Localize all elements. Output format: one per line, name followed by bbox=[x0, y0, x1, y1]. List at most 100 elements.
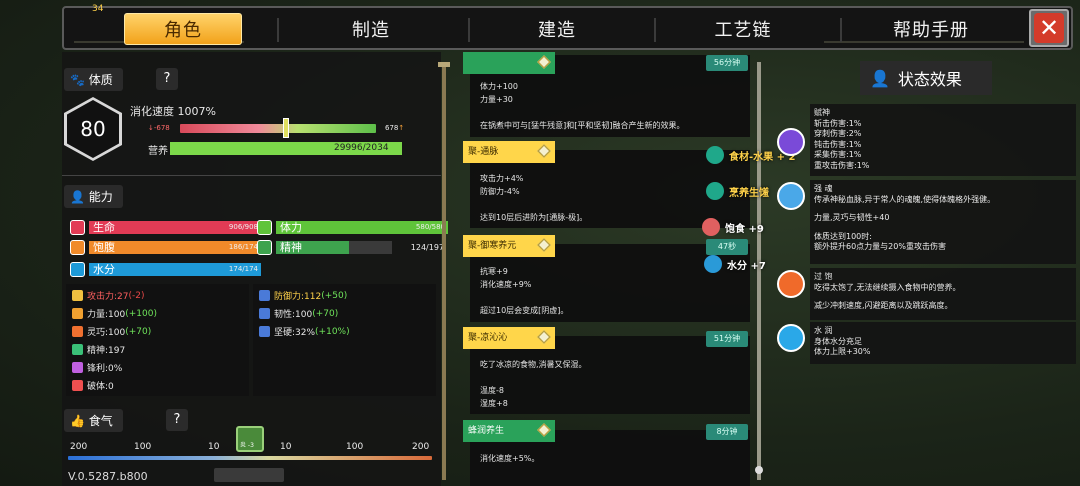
offense-stat-extra: (+100) bbox=[125, 308, 157, 319]
buff-desc: 消化速度+5%。 bbox=[480, 452, 539, 465]
ability-1: 体力 580/580 bbox=[257, 220, 448, 235]
ability-label: 饱腹 bbox=[93, 241, 115, 254]
defense-stat-extra: (+50) bbox=[321, 290, 348, 301]
tab-building[interactable]: 建造 bbox=[482, 13, 632, 45]
tab-help-manual[interactable]: 帮助手册 bbox=[856, 13, 1006, 45]
status-effect-line: 减少冲刺速度,闪避距离以及跳跃高度。 bbox=[814, 301, 953, 310]
buff-desc-line: 超过10层会变成[阴虚]。 bbox=[480, 306, 569, 315]
status-effect-line bbox=[814, 293, 961, 301]
status-effect-text: 强 魂传承神秘血脉,异于常人的魂魄,使得体魄格外强健。 力量,灵巧与韧性+40 体质… bbox=[814, 184, 995, 253]
gem-icon bbox=[537, 423, 551, 437]
offense-stat-label: 攻击力:27 bbox=[87, 292, 129, 302]
paw-icon: 🐾 bbox=[70, 73, 85, 87]
divider bbox=[62, 175, 441, 176]
constitution-title: 体质 bbox=[88, 73, 113, 87]
tab-separator bbox=[277, 18, 279, 42]
status-effect-text: 过 饱吃得太饱了,无法继续摄入食物中的营养。 减少冲刺速度,闪避距离以及跳跃高度。 bbox=[814, 272, 961, 312]
status-effect-line: 水 润 bbox=[814, 326, 833, 335]
buff-desc-line: 达到10层后进阶为[通脉-极]。 bbox=[480, 213, 588, 222]
buff-time: 56分钟 bbox=[706, 55, 748, 71]
status-effect-text: 水 润身体水分充足 体力上限+30% bbox=[814, 326, 870, 358]
constitution-header: 🐾 体质 bbox=[64, 68, 123, 91]
offense-stat: 锋利:0% bbox=[72, 361, 122, 374]
appetite-title: 食气 bbox=[88, 414, 113, 428]
scrollbar-thumb[interactable] bbox=[755, 466, 763, 474]
buff-desc-line: 体力+100 bbox=[480, 82, 518, 91]
meat-icon bbox=[70, 240, 85, 255]
ability-bar: 体力 580/580 bbox=[276, 221, 448, 234]
buff-desc-line bbox=[480, 291, 568, 304]
ability-value: 906/908 bbox=[228, 223, 258, 231]
ability-bar: 生命 906/908 bbox=[89, 221, 261, 234]
ability-bar: 饱腹 186/174 bbox=[89, 241, 261, 254]
range-min: ↓-678 bbox=[148, 124, 170, 132]
buff-desc-line: 防御力-4% bbox=[480, 187, 520, 196]
status-effect-line bbox=[814, 224, 995, 232]
buff-time: 47秒 bbox=[706, 239, 748, 255]
hardness-icon bbox=[259, 326, 270, 337]
tab-separator bbox=[468, 18, 470, 42]
full-belly-icon bbox=[777, 270, 805, 298]
offense-stat-label: 破体:0 bbox=[87, 382, 114, 392]
appetite-help-button[interactable]: ? bbox=[166, 409, 188, 431]
status-effects-header: 👤 状态效果 bbox=[860, 61, 992, 95]
buff-desc-line: 消化速度+5%。 bbox=[480, 454, 540, 463]
buff-card-header: 蜂润养生 bbox=[463, 420, 555, 442]
gem-icon bbox=[537, 55, 551, 69]
balance-marker bbox=[283, 118, 289, 138]
status-effect-line: 过 饱 bbox=[814, 272, 833, 281]
buff-desc: 体力+100 力量+30 在锅煮中可与[猛牛残意]和[平和坚韧]融合产生新的效果。 bbox=[480, 80, 684, 132]
ability-label: 精神 bbox=[280, 241, 302, 254]
ability-bar: 精神 124/197 bbox=[276, 241, 444, 254]
tab-separator bbox=[654, 18, 656, 42]
tab-craft-chain[interactable]: 工艺链 bbox=[668, 13, 818, 45]
floating-gain: 饱食 +9 bbox=[702, 218, 764, 236]
tab-crafting[interactable]: 制造 bbox=[296, 13, 446, 45]
appetite-marker: 炎 -3 bbox=[236, 426, 264, 452]
status-effect-line: 体力上限+30% bbox=[814, 347, 871, 356]
status-effects-title: 状态效果 bbox=[897, 70, 962, 89]
meat-icon bbox=[702, 218, 720, 236]
offense-stat: 力量:100 (+100) bbox=[72, 307, 157, 320]
status-effect-line: 强 魂 bbox=[814, 184, 833, 193]
tab-character[interactable]: 角色 bbox=[124, 13, 242, 45]
gem-icon bbox=[537, 330, 551, 344]
ability-label: 生命 bbox=[93, 221, 115, 234]
buff-desc-line: 攻击力+4% bbox=[480, 174, 524, 183]
buff-desc-line bbox=[480, 371, 587, 384]
balance-bar bbox=[180, 124, 376, 133]
appetite-scale-label: 100 bbox=[134, 442, 152, 452]
top-counter: 34 bbox=[92, 4, 104, 14]
floating-gain: 烹养生馐 bbox=[706, 182, 769, 200]
buff-desc-line bbox=[480, 106, 684, 119]
appetite-scale-label: 100 bbox=[346, 442, 364, 452]
defense-icon bbox=[259, 290, 270, 301]
buff-card-title: 聚-凉沁沁 bbox=[468, 333, 508, 343]
person-icon: 👤 bbox=[870, 68, 890, 88]
soul-orb-icon bbox=[777, 182, 805, 210]
brain-icon bbox=[257, 240, 272, 255]
strength-icon bbox=[72, 308, 83, 319]
appetite-tab[interactable] bbox=[214, 468, 284, 482]
spirit-icon bbox=[72, 344, 83, 355]
offense-stat-label: 精神:197 bbox=[87, 346, 126, 356]
buff-desc-line: 湿度+8 bbox=[480, 399, 508, 408]
ability-title: 能力 bbox=[88, 190, 113, 204]
floating-gain-label: 烹养生馐 bbox=[729, 187, 769, 199]
status-effect-line: 钝击伤害:1% bbox=[814, 139, 862, 149]
buff-time: 51分钟 bbox=[706, 331, 748, 347]
buff-desc-line: 消化速度+9% bbox=[480, 280, 532, 289]
floating-gain-label: 饱食 +9 bbox=[725, 223, 764, 235]
appetite-scale-label: 10 bbox=[208, 442, 220, 452]
buff-desc-line: 温度-8 bbox=[480, 386, 504, 395]
fruit-tag-icon bbox=[706, 146, 724, 164]
ability-label: 水分 bbox=[93, 263, 115, 276]
nutrition-label: 营养 bbox=[148, 146, 168, 157]
offense-stat: 破体:0 bbox=[72, 379, 114, 392]
status-effect-line: 斩击伤害:1% bbox=[814, 118, 862, 128]
constitution-help-button[interactable]: ? bbox=[156, 68, 178, 90]
buff-desc: 攻击力+4% 防御力-4% 达到10层后进阶为[通脉-极]。 bbox=[480, 172, 587, 224]
close-button[interactable]: ✕ bbox=[1029, 9, 1069, 47]
buff-desc-line: 吃了冰凉的食物,消暑又保湿。 bbox=[480, 360, 587, 369]
ability-value: 186/174 bbox=[228, 243, 258, 251]
